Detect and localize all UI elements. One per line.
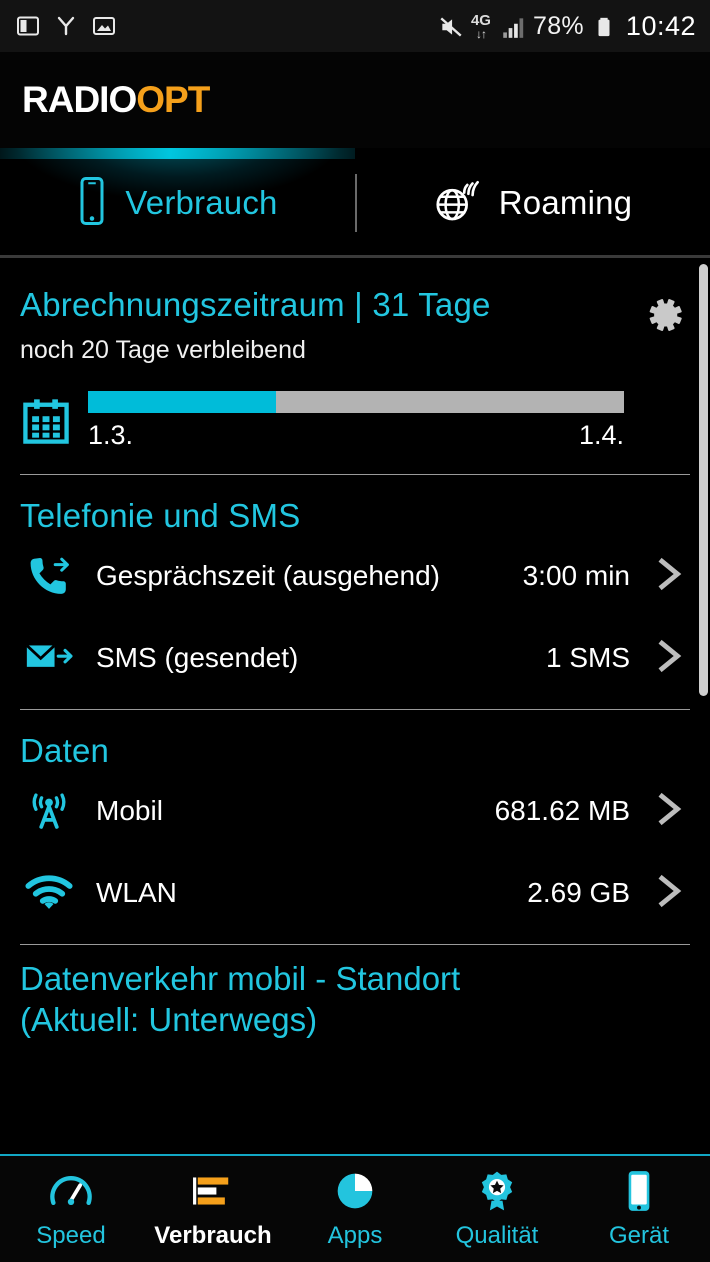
- logo-text-radi: RADI: [22, 79, 108, 121]
- app-header: RADIOOPT: [0, 52, 710, 148]
- status-bar-clock: 10:42: [626, 11, 696, 42]
- nav-item-verbrauch[interactable]: Verbrauch: [142, 1169, 284, 1250]
- wishbone-icon: [54, 14, 78, 38]
- data-section: Daten Mobil 681.62 MB: [0, 710, 710, 944]
- tab-roaming[interactable]: Roaming: [355, 148, 710, 258]
- wlan-data-value: 2.69 GB: [527, 877, 630, 909]
- billing-progress-bar: [88, 391, 624, 413]
- award-badge-icon: [477, 1169, 517, 1213]
- nav-item-geraet-label: Gerät: [609, 1222, 669, 1250]
- mobile-data-label: Mobil: [96, 795, 163, 827]
- split-screen-icon: [16, 14, 40, 38]
- speedometer-icon: [49, 1169, 93, 1213]
- billing-start-date: 1.3.: [88, 420, 133, 451]
- gear-icon[interactable]: [640, 292, 686, 343]
- calendar-icon: [20, 391, 72, 452]
- nav-item-speed[interactable]: Speed: [0, 1169, 142, 1250]
- list-item-wlan-data[interactable]: WLAN 2.69 GB: [20, 852, 690, 934]
- chevron-right-icon: [652, 786, 686, 837]
- billing-period-subtitle: noch 20 Tage verbleibend: [20, 336, 690, 365]
- list-item-mobile-data[interactable]: Mobil 681.62 MB: [20, 770, 690, 852]
- chevron-right-icon: [652, 868, 686, 919]
- status-bar-left-icons: [16, 14, 116, 38]
- billing-end-date: 1.4.: [579, 420, 624, 451]
- chevron-right-icon: [652, 633, 686, 684]
- globe-signal-icon: [433, 178, 481, 229]
- bottom-navigation-bar: Speed Verbrauch Apps: [0, 1154, 710, 1262]
- battery-icon: [593, 14, 617, 38]
- tab-verbrauch-label: Verbrauch: [125, 184, 277, 222]
- image-icon: [92, 14, 116, 38]
- wlan-data-label: WLAN: [96, 877, 177, 909]
- logo-text-o-white: O: [108, 79, 136, 121]
- billing-progress-wrap: 1.3. 1.4.: [88, 391, 690, 451]
- data-title: Daten: [20, 732, 690, 770]
- pie-chart-icon: [335, 1169, 375, 1213]
- sms-label: SMS (gesendet): [96, 642, 298, 674]
- logo-text-pt: PT: [164, 79, 209, 121]
- status-bar-right-icons: 4G ↓↑ 78% 10:42: [438, 11, 696, 42]
- traffic-location-title-line2: (Aktuell: Unterwegs): [20, 1000, 690, 1041]
- signal-bars-icon: [500, 14, 524, 38]
- logo-text-o-orange: O: [136, 79, 164, 121]
- nav-item-apps[interactable]: Apps: [284, 1169, 426, 1250]
- network-type-icon: 4G ↓↑: [471, 13, 491, 40]
- nav-item-verbrauch-label: Verbrauch: [154, 1222, 271, 1250]
- network-type-label: 4G: [471, 13, 491, 28]
- battery-percent-label: 78%: [533, 12, 584, 41]
- phone-icon: [77, 176, 107, 231]
- call-time-label: Gesprächszeit (ausgehend): [96, 560, 440, 592]
- list-item-sms[interactable]: SMS (gesendet) 1 SMS: [20, 617, 690, 699]
- outgoing-call-icon: [20, 553, 78, 599]
- list-item-call-time[interactable]: Gesprächszeit (ausgehend) 3:00 min: [20, 535, 690, 617]
- outgoing-sms-icon: [20, 639, 78, 677]
- mute-icon: [438, 14, 462, 38]
- billing-progress-fill: [88, 391, 276, 413]
- traffic-location-section[interactable]: Datenverkehr mobil - Standort (Aktuell: …: [0, 945, 710, 1041]
- nav-item-geraet[interactable]: Gerät: [568, 1169, 710, 1250]
- call-time-value: 3:00 min: [523, 560, 630, 592]
- telephony-title: Telefonie und SMS: [20, 497, 690, 535]
- nav-item-qualitaet[interactable]: Qualität: [426, 1169, 568, 1250]
- nav-item-speed-label: Speed: [36, 1222, 105, 1250]
- bar-chart-icon: [191, 1169, 235, 1213]
- wifi-icon: [20, 874, 78, 912]
- app-logo: RADIOOPT: [22, 79, 209, 121]
- tab-bar: Verbrauch Roaming: [0, 148, 710, 258]
- tab-verbrauch[interactable]: Verbrauch: [0, 148, 355, 258]
- tab-separator: [355, 174, 357, 232]
- tab-roaming-label: Roaming: [499, 184, 632, 222]
- main-content: Abrechnungszeitraum | 31 Tage noch 20 Ta…: [0, 258, 710, 1146]
- billing-period-title: Abrechnungszeitraum | 31 Tage: [20, 286, 690, 324]
- billing-period-section: Abrechnungszeitraum | 31 Tage noch 20 Ta…: [0, 258, 710, 474]
- network-arrows: ↓↑: [476, 28, 486, 40]
- nav-item-qualitaet-label: Qualität: [456, 1222, 539, 1250]
- mobile-data-value: 681.62 MB: [495, 795, 630, 827]
- status-bar: 4G ↓↑ 78% 10:42: [0, 0, 710, 52]
- telephony-section: Telefonie und SMS Gesprächszeit (ausgehe…: [0, 475, 710, 709]
- device-icon: [625, 1169, 653, 1213]
- billing-date-labels: 1.3. 1.4.: [88, 420, 624, 451]
- traffic-location-title-line1: Datenverkehr mobil - Standort: [20, 959, 690, 1000]
- cell-tower-icon: [20, 788, 78, 834]
- nav-item-apps-label: Apps: [328, 1222, 383, 1250]
- chevron-right-icon: [652, 551, 686, 602]
- sms-value: 1 SMS: [546, 642, 630, 674]
- billing-progress-row: 1.3. 1.4.: [20, 391, 690, 452]
